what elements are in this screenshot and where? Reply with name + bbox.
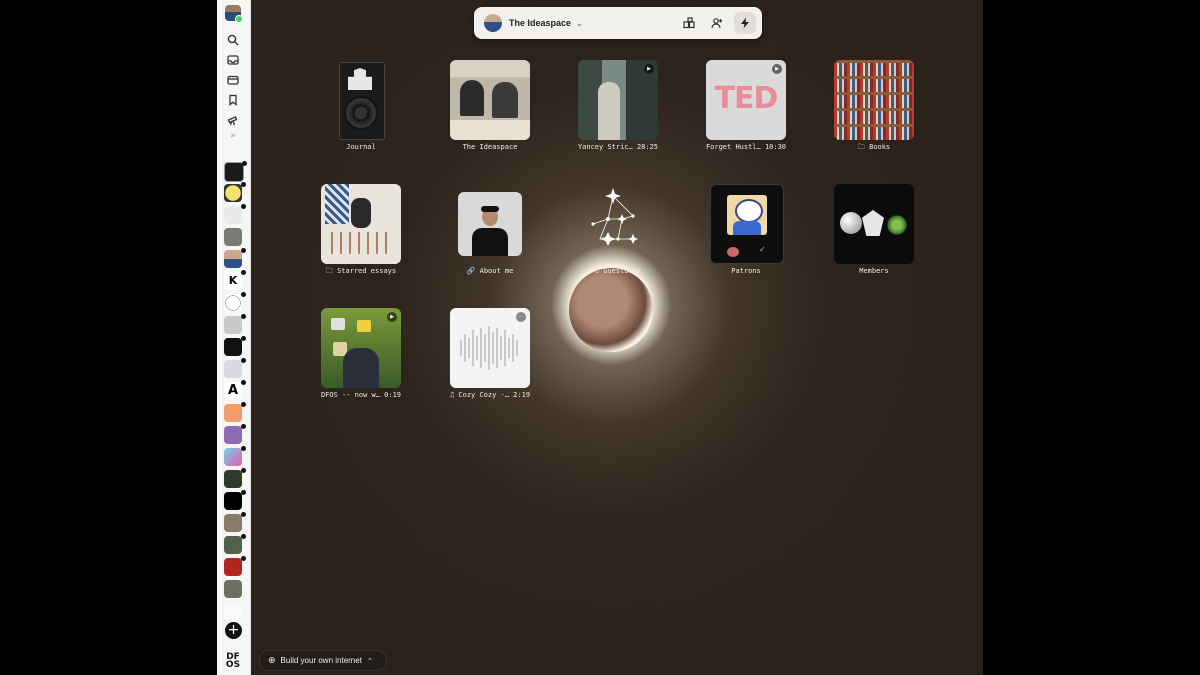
space-icon-18[interactable] xyxy=(224,534,246,554)
tile-label: Yancey Stric… 28:25 xyxy=(577,143,659,151)
left-sidebar: » K A + DF OS xyxy=(217,0,251,675)
notification-dot xyxy=(241,446,246,451)
notification-dot xyxy=(241,204,246,209)
members-thumbnail xyxy=(834,184,914,264)
notification-dot xyxy=(241,402,246,407)
build-internet-button[interactable]: ⊕ Build your own internet ⌃ xyxy=(259,650,387,671)
notification-dot xyxy=(241,534,246,539)
action-button[interactable] xyxy=(734,12,756,34)
books-thumbnail xyxy=(834,60,914,140)
notification-dot xyxy=(242,161,247,166)
audio-badge-icon: ⋯ xyxy=(516,312,526,322)
tile-label: ♫ Cozy Cozy -… 2:19 xyxy=(449,391,531,399)
play-icon: ▶ xyxy=(772,64,782,74)
chevron-up-icon: ⌃ xyxy=(366,656,373,665)
yancey-video-thumbnail: ▶ xyxy=(578,60,658,140)
space-icon-3[interactable] xyxy=(224,204,246,224)
notification-dot xyxy=(241,314,246,319)
space-icon-12[interactable] xyxy=(224,402,246,422)
patrons-thumbnail: ✓ xyxy=(710,184,784,264)
space-icon-1[interactable] xyxy=(224,161,247,182)
tile-label: Members xyxy=(859,267,889,275)
tile-label: Patrons xyxy=(731,267,761,275)
cozy-cozy-audio-thumbnail: ⋯ xyxy=(450,308,530,388)
space-icon-6[interactable]: K xyxy=(224,270,246,290)
space-icon-2[interactable] xyxy=(224,182,246,202)
notification-dot xyxy=(241,468,246,473)
add-user-icon xyxy=(711,18,723,29)
space-icon-16[interactable] xyxy=(224,490,246,510)
guestbook-thumbnail xyxy=(578,184,658,264)
chevron-down-icon[interactable]: ⌄ xyxy=(576,19,583,28)
globe-icon: ⊕ xyxy=(268,655,276,666)
tile-label: 🔗 About me xyxy=(466,267,514,275)
notification-dot xyxy=(241,182,246,187)
notification-dot xyxy=(241,490,246,495)
tile-label: ⌂ Guestbook xyxy=(594,267,642,275)
inbox-icon[interactable] xyxy=(225,52,241,68)
space-icon-19[interactable] xyxy=(224,556,246,576)
notification-dot xyxy=(241,512,246,517)
play-icon: ▶ xyxy=(644,64,654,74)
play-icon: ▶ xyxy=(387,312,397,322)
space-icon-21[interactable] xyxy=(224,602,242,620)
tile-label: 🗀 Books xyxy=(857,143,891,151)
bookmark-icon[interactable] xyxy=(225,92,241,108)
space-icon-20[interactable] xyxy=(224,580,242,598)
tile-label: Journal xyxy=(346,143,376,151)
add-space-button[interactable]: + xyxy=(225,622,242,639)
space-icon-9[interactable] xyxy=(224,336,246,356)
user-avatar[interactable] xyxy=(225,5,243,23)
center-orb xyxy=(569,268,653,352)
telescope-icon[interactable] xyxy=(225,112,241,128)
tile-label: The Ideaspace xyxy=(462,143,518,151)
space-icon-11[interactable]: A xyxy=(224,380,246,400)
notification-dot xyxy=(241,380,246,385)
search-icon[interactable] xyxy=(225,32,241,48)
space-icon-4[interactable] xyxy=(224,228,242,246)
dfos-video-thumbnail: ▶ xyxy=(321,308,401,388)
notification-dot xyxy=(241,336,246,341)
tile-label: Forget Hustl… 10:30 xyxy=(705,143,787,151)
space-icon-7[interactable] xyxy=(224,292,246,312)
space-avatar[interactable] xyxy=(484,14,502,32)
check-icon: ✓ xyxy=(759,245,766,254)
notification-dot xyxy=(241,292,246,297)
ideaspace-thumbnail xyxy=(450,60,530,140)
constellation-icon xyxy=(591,188,638,246)
blocks-icon xyxy=(683,17,695,29)
space-title[interactable]: The Ideaspace xyxy=(509,18,571,28)
space-icon-10[interactable] xyxy=(224,358,246,378)
space-icon-14[interactable] xyxy=(224,446,246,466)
guestbook-icon: ⌂ xyxy=(594,267,604,275)
space-icon-13[interactable] xyxy=(224,424,246,444)
space-icon-15[interactable] xyxy=(224,468,246,488)
wallet-icon[interactable] xyxy=(225,72,241,88)
tile-label: 🗀 Starred essays xyxy=(325,267,397,275)
lightning-icon xyxy=(741,17,749,29)
ted-video-thumbnail: TED ▶ xyxy=(706,60,786,140)
build-internet-label: Build your own internet xyxy=(280,656,362,665)
notification-dot xyxy=(241,358,246,363)
add-block-button[interactable] xyxy=(678,12,700,34)
notification-dot xyxy=(241,248,246,253)
notification-dot xyxy=(241,556,246,561)
expand-chevron-icon[interactable]: » xyxy=(224,131,242,141)
link-icon: 🔗 xyxy=(466,267,480,275)
space-icon-17[interactable] xyxy=(224,512,246,532)
space-icon-5[interactable] xyxy=(224,248,246,268)
about-me-thumbnail xyxy=(458,192,522,256)
notification-dot xyxy=(241,424,246,429)
starred-essays-thumbnail xyxy=(321,184,401,264)
space-canvas: The Ideaspace ⌄ Journal The Ideaspace ▶ … xyxy=(251,0,983,675)
space-icon-8[interactable] xyxy=(224,314,246,334)
journal-thumbnail xyxy=(321,60,401,140)
space-header: The Ideaspace ⌄ xyxy=(474,7,762,39)
folder-icon: 🗀 xyxy=(325,267,338,275)
tile-label: DFOS -- now w… 0:19 xyxy=(320,391,402,399)
notification-dot xyxy=(241,270,246,275)
app-logo[interactable]: DF OS xyxy=(224,653,242,670)
invite-user-button[interactable] xyxy=(706,12,728,34)
folder-icon: 🗀 xyxy=(857,143,870,151)
